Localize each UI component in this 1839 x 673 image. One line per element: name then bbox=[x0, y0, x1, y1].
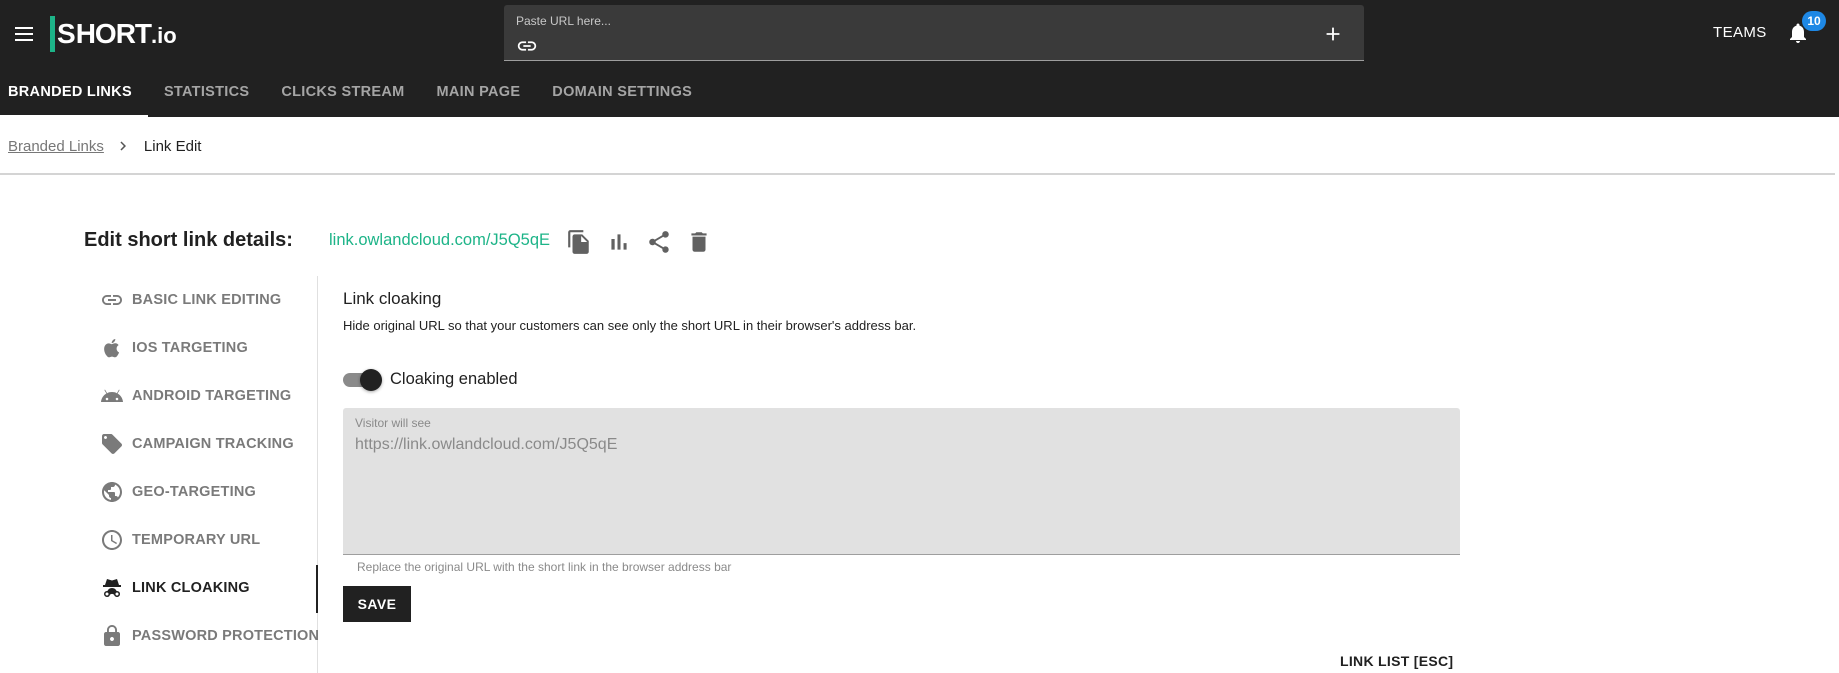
active-nav-indicator bbox=[316, 565, 318, 613]
top-app-bar: SHORT.io Paste URL here... TEAMS 10 BRAN… bbox=[0, 0, 1839, 117]
nav-label: LINK CLOAKING bbox=[132, 580, 250, 596]
nav-label: CAMPAIGN TRACKING bbox=[132, 436, 294, 452]
nav-geo-targeting[interactable]: GEO-TARGETING bbox=[100, 477, 256, 507]
link-icon bbox=[517, 41, 537, 51]
section-title: Link cloaking bbox=[343, 289, 442, 308]
nav-label: IOS TARGETING bbox=[132, 340, 248, 356]
nav-ios-targeting[interactable]: IOS TARGETING bbox=[100, 333, 248, 363]
delete-icon[interactable] bbox=[686, 229, 712, 255]
breadcrumb: Branded Links Link Edit bbox=[8, 136, 201, 156]
nav-password-protection[interactable]: PASSWORD PROTECTION bbox=[100, 621, 319, 651]
nav-label: PASSWORD PROTECTION bbox=[132, 628, 320, 644]
page-title: Edit short link details: bbox=[84, 229, 293, 251]
nav-label: BASIC LINK EDITING bbox=[132, 292, 282, 308]
scrollbar-marker bbox=[1835, 117, 1839, 121]
android-icon bbox=[101, 389, 123, 402]
logo[interactable]: SHORT.io bbox=[50, 16, 177, 52]
nav-label: ANDROID TARGETING bbox=[132, 388, 292, 404]
breadcrumb-current: Link Edit bbox=[143, 137, 202, 155]
toggle-knob bbox=[360, 369, 382, 391]
clock-icon bbox=[102, 530, 122, 550]
visitor-url-input[interactable] bbox=[355, 434, 1445, 456]
tag-icon bbox=[102, 434, 122, 454]
logo-main: HORT bbox=[75, 18, 152, 49]
edit-side-nav: BASIC LINK EDITING IOS TARGETING ANDROID… bbox=[0, 276, 319, 673]
visitor-field-label: Visitor will see bbox=[355, 416, 431, 430]
visitor-will-see-field[interactable]: Visitor will see bbox=[343, 408, 1460, 555]
nav-label: GEO-TARGETING bbox=[132, 484, 256, 500]
teams-button[interactable]: TEAMS bbox=[1713, 24, 1767, 41]
nav-link-cloaking[interactable]: LINK CLOAKING bbox=[100, 573, 250, 603]
globe-icon bbox=[102, 482, 122, 502]
apple-icon bbox=[104, 339, 120, 358]
main-tabs: BRANDED LINKS STATISTICS CLICKS STREAM M… bbox=[0, 71, 708, 117]
url-input[interactable] bbox=[546, 35, 1306, 55]
cloaking-toggle[interactable] bbox=[343, 367, 382, 393]
stats-icon[interactable] bbox=[606, 229, 632, 255]
notification-badge: 10 bbox=[1802, 11, 1826, 31]
section-description: Hide original URL so that your customers… bbox=[343, 318, 917, 333]
nav-label: TEMPORARY URL bbox=[132, 532, 261, 548]
nav-basic-link-editing[interactable]: BASIC LINK EDITING bbox=[100, 285, 281, 315]
tab-main-page[interactable]: MAIN PAGE bbox=[421, 71, 537, 117]
breadcrumb-branded-links[interactable]: Branded Links bbox=[8, 138, 104, 155]
tab-clicks-stream[interactable]: CLICKS STREAM bbox=[265, 71, 420, 117]
chevron-right-icon bbox=[120, 141, 126, 151]
nav-temporary-url[interactable]: TEMPORARY URL bbox=[100, 525, 260, 555]
link-icon bbox=[102, 295, 122, 305]
url-placeholder: Paste URL here... bbox=[516, 14, 611, 28]
plus-icon[interactable] bbox=[1322, 23, 1344, 45]
hamburger-menu-icon[interactable] bbox=[12, 22, 36, 46]
logo-s: S bbox=[50, 16, 76, 52]
lock-icon bbox=[104, 625, 120, 646]
nav-android-targeting[interactable]: ANDROID TARGETING bbox=[100, 381, 291, 411]
short-link-url[interactable]: link.owlandcloud.com/J5Q5qE bbox=[329, 231, 550, 250]
divider bbox=[0, 173, 1835, 175]
tab-statistics[interactable]: STATISTICS bbox=[148, 71, 265, 117]
nav-campaign-tracking[interactable]: CAMPAIGN TRACKING bbox=[100, 429, 294, 459]
share-icon[interactable] bbox=[646, 229, 672, 255]
copy-icon[interactable] bbox=[566, 229, 592, 255]
tab-branded-links[interactable]: BRANDED LINKS bbox=[0, 71, 148, 117]
url-input-box[interactable]: Paste URL here... bbox=[504, 5, 1364, 61]
helper-text: Replace the original URL with the short … bbox=[357, 560, 732, 574]
incognito-icon bbox=[103, 579, 121, 597]
link-list-button[interactable]: LINK LIST [ESC] bbox=[1340, 653, 1453, 669]
tab-domain-settings[interactable]: DOMAIN SETTINGS bbox=[536, 71, 708, 117]
toggle-label: Cloaking enabled bbox=[390, 370, 518, 388]
save-button[interactable]: SAVE bbox=[343, 586, 411, 622]
logo-suffix: .io bbox=[151, 23, 177, 48]
